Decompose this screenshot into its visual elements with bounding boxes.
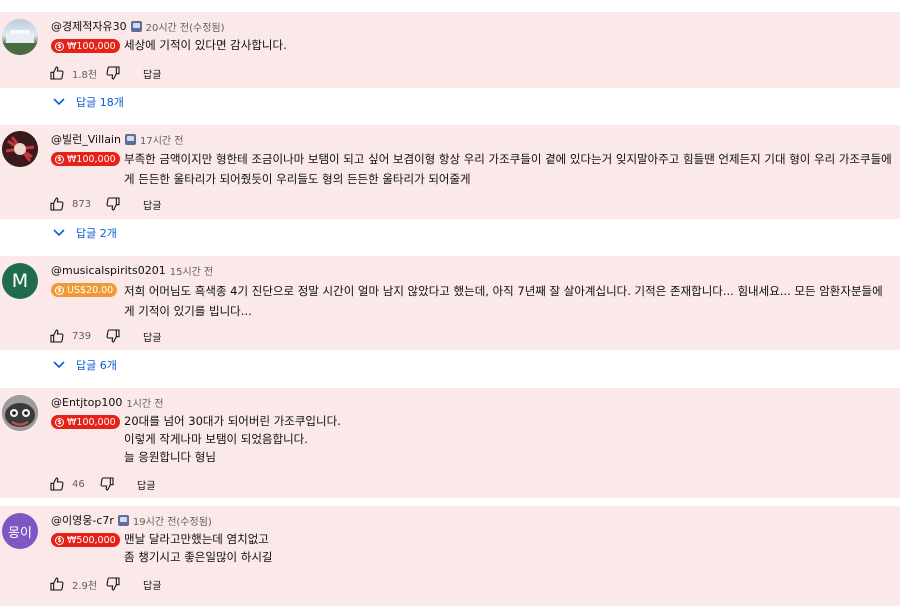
like-count: 46 <box>72 478 85 490</box>
reply-button[interactable]: 답글 <box>143 197 161 212</box>
member-badge-icon <box>130 20 142 32</box>
comment-thread: @빌런_Villain 17시간 전 $ ₩100,000 부족한 금액이지만 … <box>0 125 900 219</box>
comment-thread: M @musicalspirits0201 15시간 전 $ US$20.00 … <box>0 256 900 350</box>
comment-actions: 739 답글 <box>48 326 161 346</box>
member-badge-icon <box>117 514 129 526</box>
reply-button[interactable]: 답글 <box>143 66 161 81</box>
comment-header: @이영웅-c7r 19시간 전(수정됨) <box>51 512 212 528</box>
view-replies-button[interactable]: 답글 18개 <box>52 92 124 112</box>
thumbs-up-icon <box>50 197 64 211</box>
comment-thread: @Entjtop100 1시간 전 $ ₩100,000 20대를 넘어 30대… <box>0 388 900 498</box>
like-count: 2.9천 <box>72 580 98 592</box>
donation-amount: ₩100,000 <box>67 40 116 52</box>
author-name[interactable]: @Entjtop100 <box>51 396 122 409</box>
dislike-button[interactable] <box>104 64 122 82</box>
comment-time[interactable]: 1시간 전 <box>126 395 163 410</box>
avatar[interactable] <box>2 395 38 431</box>
comment-header: @빌런_Villain 17시간 전 <box>51 131 184 147</box>
donation-amount: US$20.00 <box>67 284 114 296</box>
view-replies-button[interactable]: 답글 6개 <box>52 355 117 375</box>
dislike-button[interactable] <box>104 327 122 345</box>
super-thanks-chip: $ ₩100,000 <box>51 39 120 53</box>
dislike-button[interactable] <box>104 575 122 593</box>
like-count: 739 <box>72 330 92 342</box>
donation-amount: ₩100,000 <box>67 153 116 165</box>
replies-count: 답글 2개 <box>76 227 117 240</box>
comment-time[interactable]: 20시간 전(수정됨) <box>146 19 225 34</box>
thumbs-down-icon <box>106 197 120 211</box>
reply-button[interactable]: 답글 <box>143 329 161 344</box>
dislike-button[interactable] <box>104 195 122 213</box>
replies-count: 답글 18개 <box>76 96 124 109</box>
like-count: 1.8천 <box>72 69 98 81</box>
comment-time[interactable]: 15시간 전 <box>170 263 214 278</box>
dislike-button[interactable] <box>98 475 116 493</box>
like-button[interactable] <box>48 64 66 82</box>
chevron-down-icon <box>53 361 65 369</box>
avatar[interactable]: 몽이 <box>2 513 38 549</box>
avatar-letter: 몽이 <box>8 525 32 541</box>
avatar-letter: M <box>11 270 29 292</box>
super-thanks-icon: $ <box>55 154 64 164</box>
view-replies-button[interactable]: 답글 2개 <box>52 223 117 243</box>
author-name[interactable]: @musicalspirits0201 <box>51 264 166 277</box>
comment-header: @Entjtop100 1시간 전 <box>51 395 163 410</box>
thumbs-down-icon <box>106 329 120 343</box>
comment-thread: @경제적자유30 20시간 전(수정됨) $ ₩100,000 세상에 기적이 … <box>0 12 900 88</box>
replies-count: 답글 6개 <box>76 359 117 372</box>
super-thanks-icon: $ <box>55 535 64 545</box>
chevron-down-icon <box>53 229 65 237</box>
super-thanks-icon: $ <box>55 41 64 51</box>
thumbs-down-icon <box>106 577 120 591</box>
comment-time[interactable]: 19시간 전(수정됨) <box>133 513 212 528</box>
like-button[interactable] <box>48 327 66 345</box>
author-name[interactable]: @경제적자유30 <box>51 18 127 34</box>
avatar[interactable]: M <box>2 263 38 299</box>
avatar[interactable] <box>2 131 38 167</box>
cartoon-avatar-icon <box>2 395 38 431</box>
reply-button[interactable]: 답글 <box>137 477 155 492</box>
comment-text: 저희 어머님도 흑색종 4기 진단으로 정말 시간이 얼마 남지 않았다고 했는… <box>124 284 883 318</box>
thumbs-up-icon <box>50 477 64 491</box>
super-thanks-chip: $ US$20.00 <box>51 283 118 297</box>
reply-button[interactable]: 답글 <box>143 577 161 592</box>
author-name[interactable]: @빌런_Villain <box>51 131 121 147</box>
thumbs-up-icon <box>50 577 64 591</box>
super-thanks-icon: $ <box>55 285 64 295</box>
member-badge-icon <box>124 133 136 145</box>
chevron-down-icon <box>53 98 65 106</box>
comment-thread: 몽이 @이영웅-c7r 19시간 전(수정됨) $ ₩500,000 맨날 달라… <box>0 506 900 606</box>
comment-header: @musicalspirits0201 15시간 전 <box>51 263 214 278</box>
super-thanks-chip: $ ₩100,000 <box>51 415 120 429</box>
like-count: 873 <box>72 198 92 210</box>
like-button[interactable] <box>48 475 66 493</box>
like-button[interactable] <box>48 575 66 593</box>
thumbs-down-icon <box>100 477 114 491</box>
comment-actions: 2.9천 답글 <box>48 574 161 594</box>
donation-amount: ₩500,000 <box>67 534 116 546</box>
thumbs-up-icon <box>50 66 64 80</box>
comment-actions: 1.8천 답글 <box>48 63 161 83</box>
like-button[interactable] <box>48 195 66 213</box>
super-thanks-chip: $ ₩500,000 <box>51 533 120 547</box>
comment-text: 20대를 넘어 30대가 되어버린 가조쿠입니다. 이렇게 작게나마 보탬이 되… <box>124 414 341 464</box>
comment-actions: 46 답글 <box>48 474 155 494</box>
super-thanks-chip: $ ₩100,000 <box>51 152 120 166</box>
comment-header: @경제적자유30 20시간 전(수정됨) <box>51 18 225 34</box>
super-thanks-icon: $ <box>55 417 64 427</box>
avatar[interactable] <box>2 19 38 55</box>
author-name[interactable]: @이영웅-c7r <box>51 512 114 528</box>
thumbs-up-icon <box>50 329 64 343</box>
landscape-photo-avatar-icon <box>2 30 38 55</box>
sticker-avatar-icon <box>2 131 38 167</box>
donation-amount: ₩100,000 <box>67 416 116 428</box>
thumbs-down-icon <box>106 66 120 80</box>
comment-text: 부족한 금액이지만 형한테 조금이나마 보탬이 되고 싶어 보겸이형 항상 우리… <box>124 152 892 186</box>
comment-time[interactable]: 17시간 전 <box>140 132 184 147</box>
comment-actions: 873 답글 <box>48 194 161 214</box>
comment-text: 세상에 기적이 있다면 감사합니다. <box>124 38 287 52</box>
comment-text: 맨날 달라고만했는데 염치없고 좀 챙기시고 좋은일많이 하시길 <box>124 532 273 564</box>
